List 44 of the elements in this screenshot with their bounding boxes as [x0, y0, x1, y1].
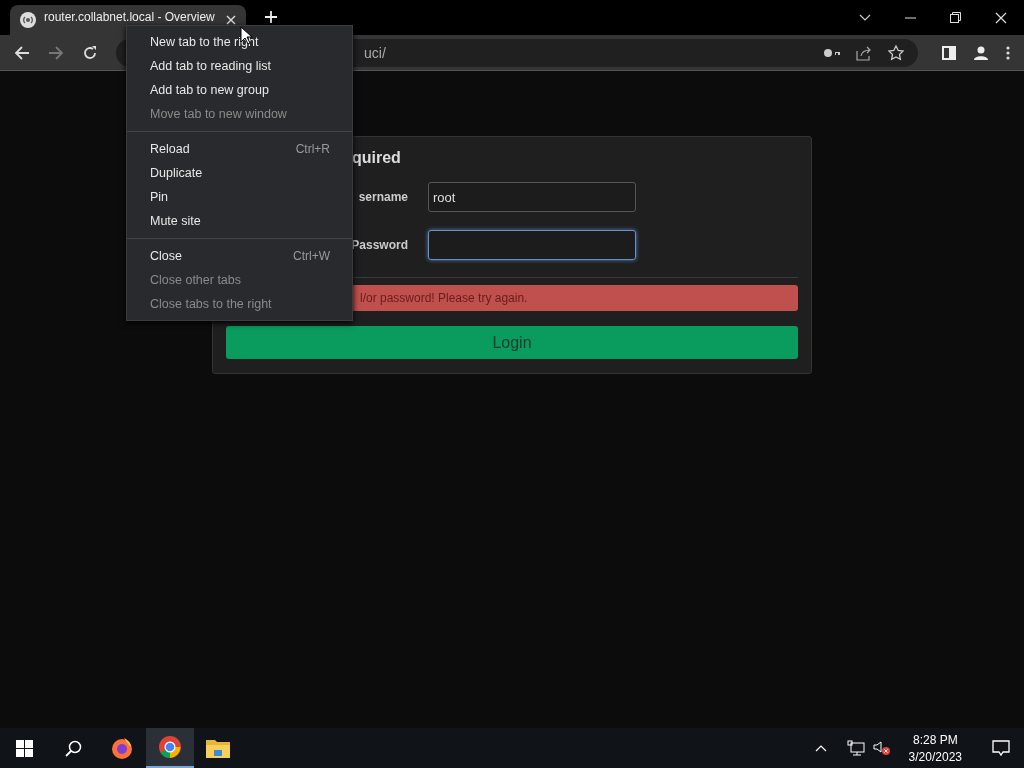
chevron-down-icon[interactable] — [859, 13, 871, 22]
chrome-icon — [158, 735, 182, 759]
restore-icon[interactable] — [950, 12, 961, 23]
shortcut-text: Ctrl+R — [295, 142, 330, 156]
folder-icon — [206, 738, 230, 758]
menu-item[interactable]: Close Ctrl+W — [127, 244, 352, 268]
clock-date: 3/20/2023 — [908, 749, 962, 764]
reload-icon[interactable] — [82, 44, 98, 61]
share-icon[interactable] — [856, 44, 872, 61]
notification-icon[interactable] — [992, 739, 1010, 757]
taskbar-app[interactable] — [146, 728, 194, 768]
windows-start-icon[interactable] — [16, 739, 33, 757]
minimize-icon[interactable] — [905, 16, 916, 19]
close-icon[interactable] — [995, 11, 1007, 24]
field-label: Password — [350, 238, 408, 252]
network-icon[interactable] — [846, 740, 865, 756]
login-title: quired — [351, 149, 402, 167]
field-label: sername — [357, 190, 408, 204]
url-text: uci/ — [364, 44, 386, 61]
menu-item[interactable]: Mute site — [127, 209, 352, 233]
close-icon[interactable] — [226, 15, 236, 25]
search-icon[interactable] — [65, 739, 82, 757]
muted-speaker-icon[interactable] — [872, 740, 891, 756]
menu-item[interactable]: Duplicate — [127, 161, 352, 185]
key-icon[interactable] — [824, 47, 840, 58]
clock[interactable]: 8:28 PM 3/20/2023 — [908, 732, 962, 764]
tab-title: router.collabnet.local - Overview — [44, 10, 216, 24]
menu-item[interactable]: Add tab to new group — [127, 78, 352, 102]
shortcut-text: Ctrl+W — [293, 249, 330, 263]
input-field[interactable]: root — [428, 182, 636, 212]
back-icon[interactable] — [14, 44, 30, 61]
menu-item[interactable]: Pin — [127, 185, 352, 209]
menu-icon[interactable] — [1006, 45, 1010, 60]
clock-time: 8:28 PM — [912, 732, 958, 747]
input-field[interactable] — [428, 230, 636, 260]
forward-icon[interactable] — [48, 44, 64, 61]
side-panel-icon[interactable] — [942, 45, 956, 60]
fox-globe-icon — [110, 736, 134, 760]
profile-icon[interactable] — [974, 45, 988, 60]
chevron-up-icon[interactable] — [814, 744, 827, 752]
broadcast-icon — [20, 12, 36, 28]
new-tab-icon[interactable] — [264, 10, 278, 24]
star-icon[interactable] — [888, 44, 904, 61]
menu-item[interactable]: Reload Ctrl+R — [127, 137, 352, 161]
